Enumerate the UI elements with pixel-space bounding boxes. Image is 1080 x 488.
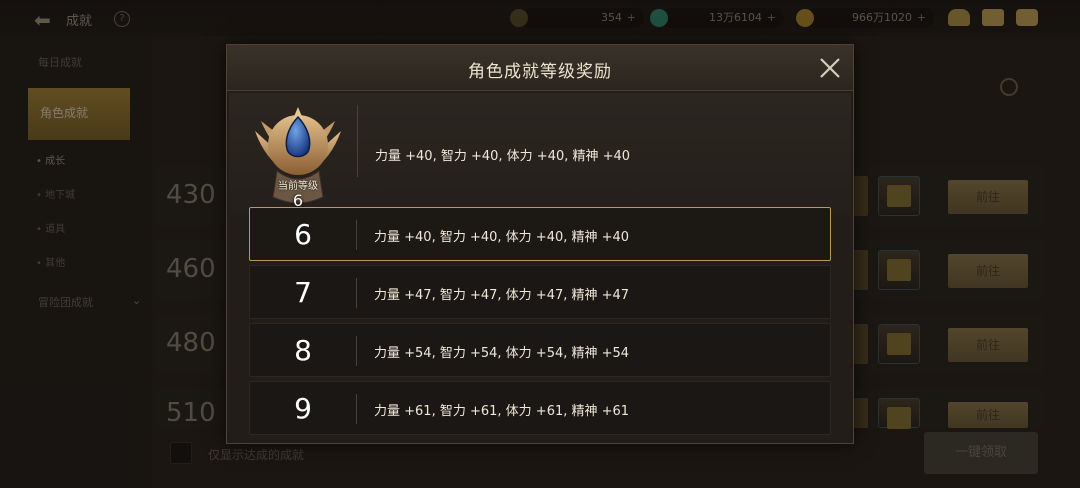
level-row[interactable]: 7 力量 +47, 智力 +47, 体力 +47, 精神 +47 [249, 265, 831, 319]
divider [356, 394, 357, 424]
level-number: 8 [294, 334, 312, 367]
rank-medal-icon: 当前等级 6 [249, 101, 347, 210]
level-row[interactable]: 8 力量 +54, 智力 +54, 体力 +54, 精神 +54 [249, 323, 831, 377]
current-level-panel: 当前等级 6 力量 +40, 智力 +40, 体力 +40, 精神 +40 [229, 93, 851, 215]
current-level-label: 当前等级 [278, 181, 318, 192]
close-icon[interactable] [817, 55, 843, 81]
level-stats: 力量 +54, 智力 +54, 体力 +54, 精神 +54 [374, 346, 630, 361]
divider [356, 220, 357, 250]
level-stats: 力量 +40, 智力 +40, 体力 +40, 精神 +40 [374, 230, 630, 245]
level-reward-dialog: 角色成就等级奖励 当前等级 6 力量 +40, 智力 +40, 体力 +40, … [226, 44, 854, 444]
level-number: 6 [294, 218, 312, 251]
level-stats: 力量 +61, 智力 +61, 体力 +61, 精神 +61 [374, 404, 630, 419]
divider [356, 278, 357, 308]
level-number: 7 [294, 276, 312, 309]
level-stats: 力量 +47, 智力 +47, 体力 +47, 精神 +47 [374, 288, 630, 303]
level-row[interactable]: 9 力量 +61, 智力 +61, 体力 +61, 精神 +61 [249, 381, 831, 435]
current-level-stats: 力量 +40, 智力 +40, 体力 +40, 精神 +40 [375, 149, 631, 164]
divider [356, 336, 357, 366]
dialog-header: 角色成就等级奖励 [227, 45, 853, 91]
level-number: 9 [294, 392, 312, 425]
dialog-title: 角色成就等级奖励 [468, 62, 612, 82]
divider [357, 105, 358, 177]
level-row[interactable]: 6 力量 +40, 智力 +40, 体力 +40, 精神 +40 [249, 207, 831, 261]
